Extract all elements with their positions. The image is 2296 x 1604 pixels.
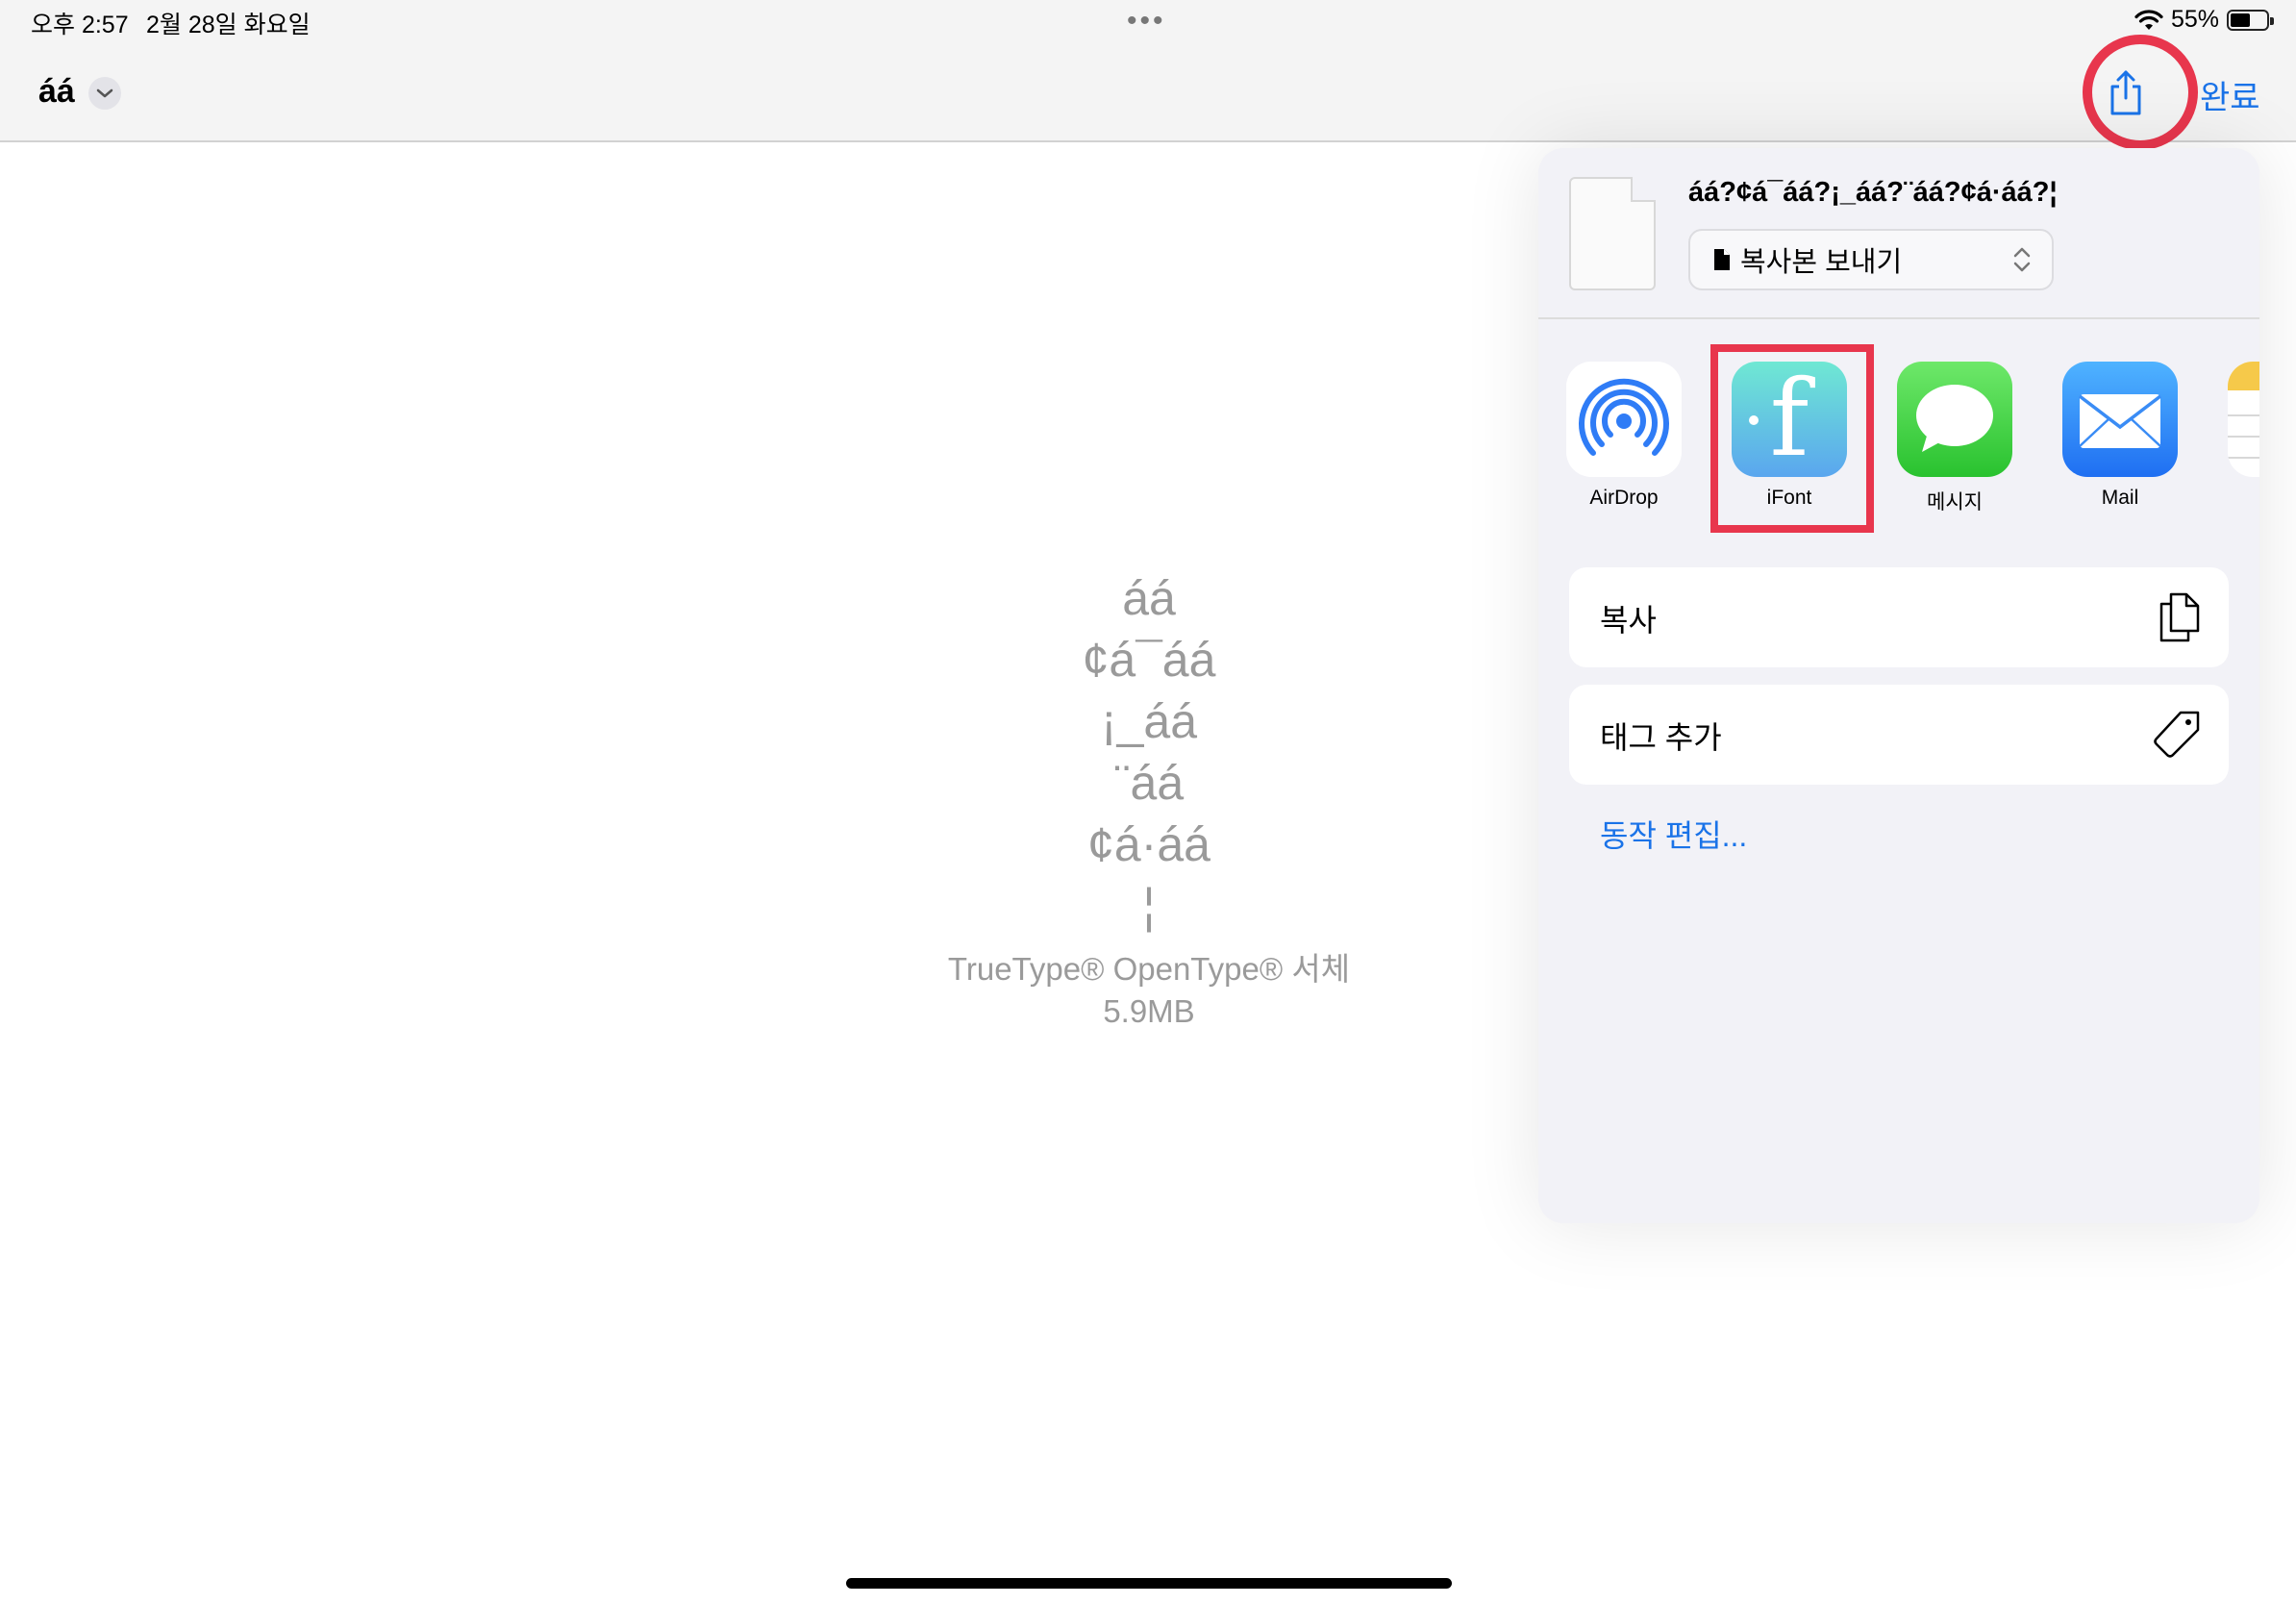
airdrop-icon bbox=[1566, 362, 1682, 477]
share-app-airdrop[interactable]: AirDrop bbox=[1552, 362, 1696, 510]
share-app-messages[interactable]: 메시지 bbox=[1883, 362, 2027, 515]
action-label: 태그 추가 bbox=[1600, 720, 1722, 755]
status-time: 오후 2:57 bbox=[31, 12, 129, 38]
app-label: Mail bbox=[2101, 487, 2139, 509]
app-label: AirDrop bbox=[1589, 487, 1659, 509]
ifont-highlight-box bbox=[1710, 344, 1874, 533]
navigation-bar: áá 완료 bbox=[0, 46, 2296, 142]
chevron-up-down-icon bbox=[2013, 247, 2031, 272]
share-apps-row: AirDrop f iFont 메시지 Mail bbox=[1538, 362, 2259, 514]
status-indicators: 55% bbox=[2134, 6, 2274, 34]
font-type-label: TrueType® OpenType® 서체 bbox=[947, 951, 1351, 987]
multitasking-dots-icon[interactable]: ••• bbox=[1127, 7, 1166, 36]
home-indicator[interactable] bbox=[846, 1578, 1452, 1589]
wifi-icon bbox=[2134, 9, 2163, 30]
share-button-highlight-circle bbox=[2083, 35, 2198, 150]
done-button[interactable]: 완료 bbox=[2200, 71, 2260, 118]
send-copy-selector[interactable]: 복사본 보내기 bbox=[1688, 229, 2054, 290]
glyph-line: ¢á¯áá bbox=[1082, 633, 1216, 687]
share-sheet-header: áá?¢á¯áá?¡_áá?¨áá?¢á·áá?¦ 복사본 보내기 bbox=[1538, 148, 2259, 319]
glyph-line: ¢á·áá bbox=[1087, 817, 1210, 871]
tag-icon bbox=[2154, 711, 2200, 758]
document-thumbnail bbox=[1569, 177, 1656, 290]
add-tag-action[interactable]: 태그 추가 bbox=[1569, 685, 2229, 785]
battery-percent: 55% bbox=[2170, 6, 2219, 33]
notes-icon bbox=[2228, 362, 2259, 477]
messages-icon bbox=[1897, 362, 2012, 477]
battery-fill bbox=[2231, 13, 2250, 27]
send-copy-label: 복사본 보내기 bbox=[1740, 247, 1903, 278]
share-sheet: áá?¢á¯áá?¡_áá?¨áá?¢á·áá?¦ 복사본 보내기 AirDro… bbox=[1538, 148, 2259, 1223]
mail-icon bbox=[2062, 362, 2178, 477]
edit-actions-link[interactable]: 동작 편집... bbox=[1600, 812, 1747, 856]
share-app-mail[interactable]: Mail bbox=[2048, 362, 2192, 510]
document-title[interactable]: áá bbox=[38, 73, 75, 111]
share-filename: áá?¢á¯áá?¡_áá?¨áá?¢á·áá?¦ bbox=[1688, 177, 2058, 208]
glyph-line: áá bbox=[1122, 571, 1176, 625]
share-app-notes[interactable] bbox=[2213, 362, 2259, 487]
document-icon bbox=[1714, 249, 1730, 270]
status-date: 2월 28일 화요일 bbox=[146, 12, 311, 38]
copy-icon bbox=[2159, 592, 2200, 642]
font-preview: áá ¢á¯áá ¡_áá ¨áá ¢á·áá ¦ TrueType® Open… bbox=[865, 567, 1433, 1033]
file-size-label: 5.9MB bbox=[1103, 993, 1195, 1029]
app-label: 메시지 bbox=[1927, 491, 1983, 514]
status-bar: 오후 2:57 2월 28일 화요일 ••• 55% bbox=[0, 0, 2296, 46]
glyph-line: ¦ bbox=[1142, 879, 1156, 933]
action-label: 복사 bbox=[1600, 603, 1657, 638]
glyph-line: ¡_áá bbox=[1100, 694, 1198, 748]
battery-icon bbox=[2227, 9, 2274, 31]
title-menu-chevron-down-icon[interactable] bbox=[88, 77, 121, 110]
glyph-line: ¨áá bbox=[1113, 756, 1185, 810]
copy-action[interactable]: 복사 bbox=[1569, 567, 2229, 667]
